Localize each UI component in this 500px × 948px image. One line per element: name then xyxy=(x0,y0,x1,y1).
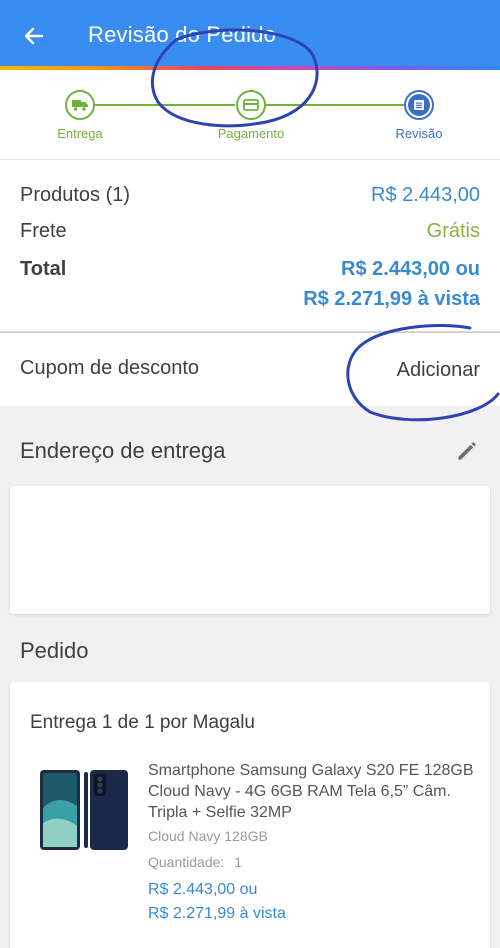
quantity-value: 1 xyxy=(234,854,242,870)
product-image[interactable] xyxy=(38,768,130,852)
order-section-title: Pedido xyxy=(20,638,89,663)
add-coupon-button[interactable]: Adicionar xyxy=(397,359,480,382)
app-bar: Revisão do Pedido xyxy=(0,0,500,66)
product-price-cash: R$ 2.271,99 à vista xyxy=(148,905,286,922)
total-label: Total xyxy=(20,258,67,280)
product-variant: Cloud Navy 128GB xyxy=(148,828,268,844)
coupon-row: Cupom de desconto Adicionar xyxy=(0,332,500,406)
page-title: Revisão do Pedido xyxy=(88,22,277,47)
coupon-label: Cupom de desconto xyxy=(20,357,200,379)
step-label-pagamento: Pagamento xyxy=(217,126,285,141)
total-value: R$ 2.443,00 ou xyxy=(341,258,480,280)
edit-address-button[interactable] xyxy=(454,438,480,464)
list-icon xyxy=(414,100,424,110)
pencil-icon xyxy=(458,442,476,460)
product-price: R$ 2.443,00 ou R$ 2.271,99 à vista xyxy=(148,878,286,926)
back-button[interactable] xyxy=(16,18,52,54)
delivery-label: Entrega 1 de 1 por Magalu xyxy=(30,712,255,733)
step-connector xyxy=(95,104,235,106)
product-name[interactable]: Smartphone Samsung Galaxy S20 FE 128GB C… xyxy=(148,760,478,823)
card-icon xyxy=(243,99,259,111)
smartphone-icon xyxy=(40,770,128,850)
products-label: Produtos (1) xyxy=(20,184,131,206)
step-entrega xyxy=(65,90,95,120)
product-quantity: Quantidade: 1 xyxy=(148,854,242,870)
order-card: Entrega 1 de 1 por Magalu Smartphone Sam… xyxy=(10,682,490,948)
step-revisao xyxy=(404,90,434,120)
step-pagamento xyxy=(236,90,266,120)
shipping-label: Frete xyxy=(20,220,67,242)
order-summary: Produtos (1) R$ 2.443,00 Frete Grátis To… xyxy=(0,160,500,332)
product-price-value: R$ 2.443,00 ou xyxy=(148,881,258,898)
step-connector xyxy=(266,104,404,106)
step-label-entrega: Entrega xyxy=(57,126,103,141)
products-value: R$ 2.443,00 xyxy=(371,184,480,206)
arrow-left-icon xyxy=(24,27,44,45)
step-label-revisao: Revisão xyxy=(395,126,443,141)
total-cash-value: R$ 2.271,99 à vista xyxy=(303,288,480,310)
shipping-value: Grátis xyxy=(426,220,480,242)
truck-icon xyxy=(72,100,88,111)
address-section-title: Endereço de entrega xyxy=(20,438,226,463)
checkout-stepper: Entrega Pagamento Revisão xyxy=(0,70,500,160)
quantity-label: Quantidade: xyxy=(148,854,225,870)
address-card[interactable] xyxy=(10,486,490,614)
